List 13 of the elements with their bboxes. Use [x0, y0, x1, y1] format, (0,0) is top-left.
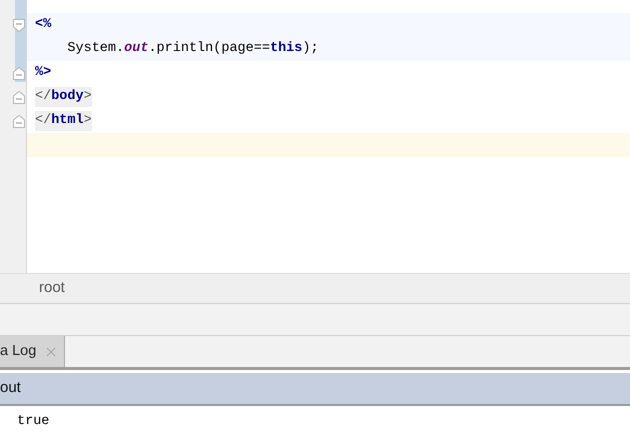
fold-icon[interactable]	[13, 18, 25, 32]
tool-tab[interactable]: a Log	[0, 336, 66, 367]
code-line: %>	[35, 64, 52, 82]
breadcrumb-item[interactable]: root	[39, 277, 65, 300]
code-line: <%	[35, 16, 52, 34]
close-icon[interactable]	[46, 346, 56, 356]
code-line: </html>	[35, 112, 92, 128]
code-line: </body>	[35, 88, 92, 104]
console-output: true	[17, 414, 50, 429]
unfold-icon[interactable]	[13, 114, 25, 128]
unfold-icon[interactable]	[13, 90, 25, 104]
code-line: System.out.println(page==this);	[66, 40, 319, 58]
console-header: out	[0, 378, 21, 398]
